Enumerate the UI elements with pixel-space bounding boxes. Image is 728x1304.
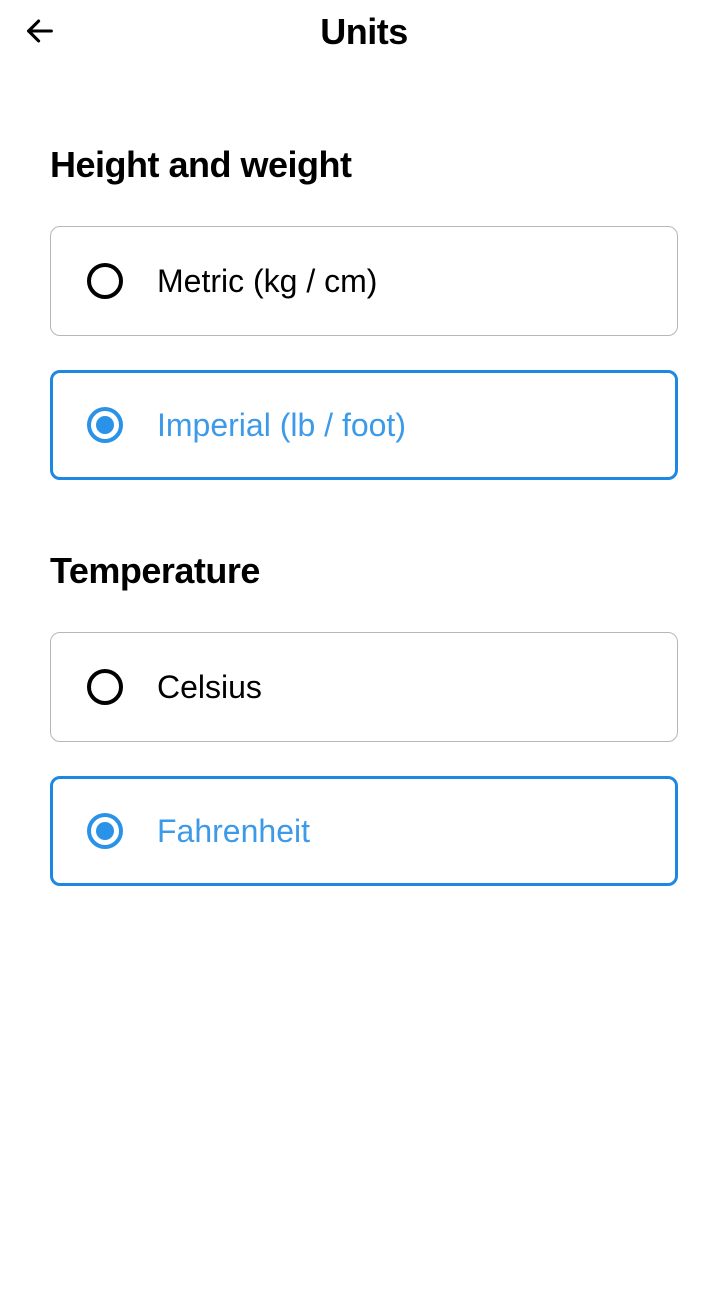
- page-title: Units: [320, 11, 408, 53]
- option-label: Fahrenheit: [157, 813, 310, 850]
- radio-icon: [87, 813, 123, 849]
- radio-icon: [87, 263, 123, 299]
- option-metric[interactable]: Metric (kg / cm): [50, 226, 678, 336]
- option-label: Celsius: [157, 669, 262, 706]
- radio-icon: [87, 407, 123, 443]
- header: Units: [0, 0, 728, 64]
- content: Height and weight Metric (kg / cm) Imper…: [0, 64, 728, 886]
- option-celsius[interactable]: Celsius: [50, 632, 678, 742]
- temperature-title: Temperature: [50, 550, 678, 592]
- arrow-left-icon: [23, 14, 57, 51]
- temperature-group: Temperature Celsius Fahrenheit: [50, 550, 678, 886]
- height-weight-group: Height and weight Metric (kg / cm) Imper…: [50, 144, 678, 480]
- option-fahrenheit[interactable]: Fahrenheit: [50, 776, 678, 886]
- radio-icon: [87, 669, 123, 705]
- option-label: Imperial (lb / foot): [157, 407, 406, 444]
- option-imperial[interactable]: Imperial (lb / foot): [50, 370, 678, 480]
- option-label: Metric (kg / cm): [157, 263, 377, 300]
- height-weight-title: Height and weight: [50, 144, 678, 186]
- back-button[interactable]: [20, 12, 60, 52]
